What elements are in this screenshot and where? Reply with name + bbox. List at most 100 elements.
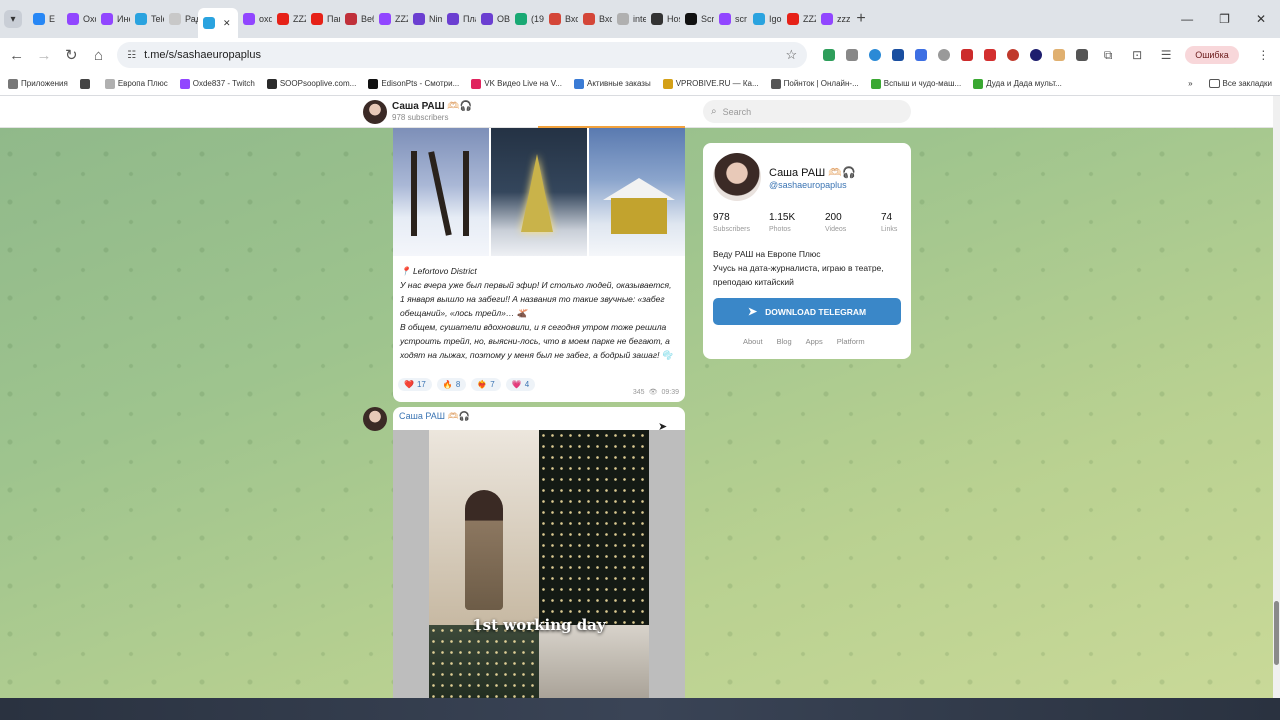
extension-icon[interactable] <box>938 49 951 61</box>
scrollbar[interactable] <box>1273 96 1280 698</box>
scrollbar-thumb[interactable] <box>1274 601 1279 665</box>
bookmark-item[interactable]: SOOPsooplive.com... <box>266 78 356 89</box>
profile-handle[interactable]: @sashaeuropaplus <box>769 180 847 190</box>
download-telegram-button[interactable]: ➤ DOWNLOAD TELEGRAM <box>713 298 901 325</box>
all-bookmarks-button[interactable]: Все закладки <box>1208 79 1272 88</box>
browser-tab[interactable]: Igor <box>748 6 782 32</box>
reload-button[interactable]: ↻ <box>63 46 80 64</box>
home-icon[interactable]: ⌂ <box>90 47 107 64</box>
browser-tab[interactable]: ZZZ <box>272 6 306 32</box>
shield-extension-icon[interactable] <box>823 49 836 61</box>
browser-tab[interactable]: Вхо <box>544 6 578 32</box>
browser-tab[interactable]: Oxd <box>62 6 96 32</box>
browser-tab[interactable]: Scr <box>680 6 714 32</box>
profile-stat[interactable]: 74 Links <box>881 212 937 233</box>
minimize-button[interactable]: — <box>1181 12 1193 26</box>
bookmark-item[interactable]: Пойнток | Онлайн-... <box>770 78 859 89</box>
browser-tab[interactable]: ✕ <box>198 8 238 38</box>
profile-error-chip[interactable]: Ошибка <box>1185 46 1239 64</box>
browser-tab[interactable]: scr <box>714 6 748 32</box>
profile-stat[interactable]: 200 Videos <box>825 212 881 233</box>
extension-icon[interactable] <box>846 49 859 61</box>
browser-tab[interactable]: Е <box>28 6 62 32</box>
bookmark-item[interactable]: Дуда и Дада мульт... <box>973 78 1062 89</box>
profile-stat[interactable]: 1.15K Photos <box>769 212 825 233</box>
back-button[interactable]: ← <box>8 47 25 64</box>
new-tab-button[interactable]: + <box>850 10 872 28</box>
post-author-avatar[interactable] <box>363 407 387 431</box>
bookmark-item[interactable]: VPROBIVE.RU — Ка... <box>662 78 759 89</box>
post-author-name[interactable]: Саша РАШ 🫶🏻🎧 <box>399 411 470 422</box>
browser-tab[interactable]: Tele <box>130 6 164 32</box>
browser-tab[interactable]: Nim <box>408 6 442 32</box>
bookmark-item[interactable]: Активные заказы <box>574 78 651 89</box>
browser-tab[interactable]: ZZZ <box>374 6 408 32</box>
browser-tab[interactable]: Пла <box>442 6 476 32</box>
bookmark-item[interactable]: Европа Плюс <box>104 78 168 89</box>
extension-icon[interactable] <box>961 49 974 61</box>
browser-menu-icon[interactable]: ⋮ <box>1255 48 1272 62</box>
browser-tab[interactable]: OBS <box>476 6 510 32</box>
bookmark-item[interactable]: Oxde837 - Twitch <box>179 78 255 89</box>
photo-yellow-house[interactable] <box>589 128 685 256</box>
reaction-chip[interactable]: 🔥 8 <box>436 378 467 391</box>
tab-favicon-icon <box>617 13 629 25</box>
extension-icon[interactable] <box>892 49 905 61</box>
extension-icon[interactable] <box>869 49 882 61</box>
video-player[interactable]: 1st working day <box>393 430 685 698</box>
footer-link[interactable]: Blog <box>777 337 792 346</box>
bookmark-star-icon[interactable]: ☆ <box>786 47 798 63</box>
extension-icon[interactable] <box>1076 49 1089 61</box>
reaction-chip[interactable]: ❤️ 17 <box>398 378 432 391</box>
browser-tab[interactable]: Вхо <box>578 6 612 32</box>
pdf-extension-icon[interactable] <box>984 49 997 61</box>
browser-tab[interactable]: Инє <box>96 6 130 32</box>
reading-list-icon[interactable]: ☰ <box>1157 48 1175 62</box>
channel-avatar[interactable] <box>363 100 387 124</box>
browser-tab[interactable]: Hos <box>646 6 680 32</box>
bookmark-favicon-icon <box>266 78 277 89</box>
photo-christmas-tree[interactable] <box>491 128 587 256</box>
browser-tab[interactable]: (19) <box>510 6 544 32</box>
site-info-icon[interactable]: ☷ <box>127 50 136 61</box>
extension-icon[interactable] <box>1053 49 1066 61</box>
profile-avatar[interactable] <box>713 153 761 201</box>
tab-favicon-icon <box>515 13 527 25</box>
close-tab-icon[interactable]: ✕ <box>223 18 231 29</box>
footer-link[interactable]: Apps <box>806 337 823 346</box>
browser-tab[interactable]: zzz <box>816 6 850 32</box>
footer-link[interactable]: About <box>743 337 763 346</box>
close-window-button[interactable]: ✕ <box>1256 12 1266 26</box>
browser-tab[interactable]: ZZZ <box>782 6 816 32</box>
maximize-button[interactable]: ❐ <box>1219 12 1230 26</box>
browser-tab[interactable]: inte <box>612 6 646 32</box>
bookmark-item[interactable]: VK Видео Live на V... <box>471 78 562 89</box>
post-time[interactable]: 09:39 <box>661 389 679 396</box>
translate-extension-icon[interactable] <box>915 49 928 61</box>
tab-favicon-icon <box>67 13 79 25</box>
media-icon[interactable]: ⊡ <box>1128 48 1146 62</box>
bookmark-item[interactable]: Вспыш и чудо-маш... <box>870 78 961 89</box>
reaction-chip[interactable]: 💗 4 <box>505 378 536 391</box>
browser-tab[interactable]: oxd <box>238 6 272 32</box>
footer-link[interactable]: Platform <box>837 337 865 346</box>
tab-search-button[interactable]: ▾ <box>4 10 22 28</box>
reaction-chip[interactable]: ❤️‍🔥 7 <box>471 378 501 391</box>
browser-tab[interactable]: Пан <box>306 6 340 32</box>
more-bookmarks-icon[interactable]: » <box>1188 79 1192 88</box>
browser-tab[interactable]: Веб <box>340 6 374 32</box>
profile-stat[interactable]: 978 Subscribers <box>713 212 769 233</box>
photo-snowy-park[interactable] <box>393 128 489 256</box>
extensions-puzzle-icon[interactable]: ⧉ <box>1099 48 1117 63</box>
bookmark-item[interactable] <box>79 78 93 89</box>
address-bar[interactable]: ☷ t.me/s/sashaeuropaplus ☆ <box>117 42 808 68</box>
forward-button[interactable]: → <box>35 47 52 64</box>
channel-title[interactable]: Саша РАШ 🫶🏻🎧 <box>392 101 472 112</box>
extension-icon[interactable] <box>1030 49 1043 61</box>
search-input[interactable]: ⌕ Search <box>703 100 911 123</box>
bookmark-item[interactable]: Приложения <box>8 78 68 89</box>
extension-icon[interactable] <box>1007 49 1020 61</box>
browser-tab[interactable]: Рад <box>164 6 198 32</box>
reaction-count: 4 <box>524 380 530 389</box>
bookmark-item[interactable]: EdisonPts - Смотри... <box>368 78 459 89</box>
